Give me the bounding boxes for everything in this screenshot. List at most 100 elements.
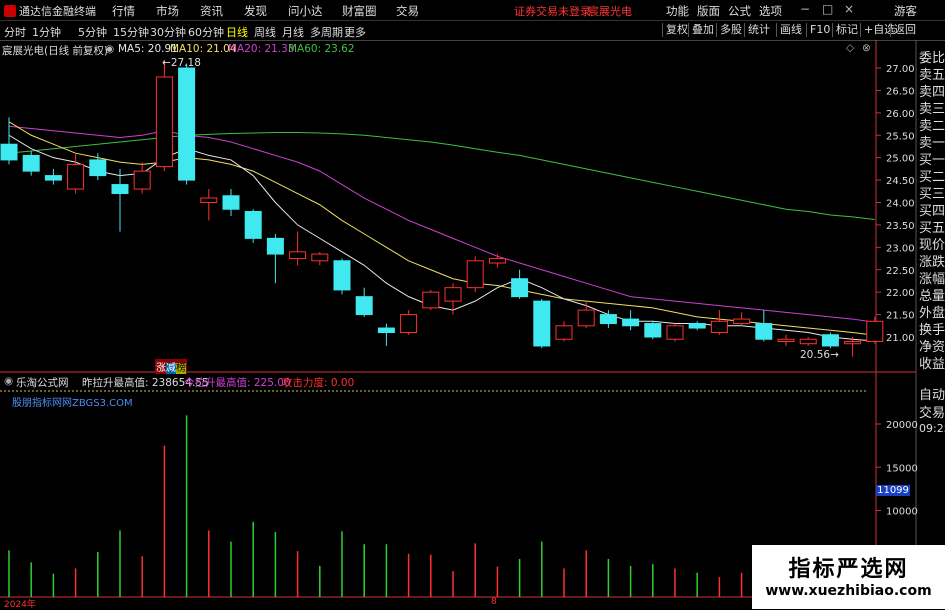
candle [133, 162, 151, 194]
guest-user[interactable]: 游客 [894, 3, 917, 19]
minimize-icon[interactable]: − [800, 2, 810, 16]
candle [466, 256, 484, 293]
price-tick-label: 27.00 [886, 64, 915, 75]
price-tick-label: 23.50 [886, 221, 915, 232]
candle [555, 321, 573, 342]
app-title: 通达信金融终端 [4, 3, 96, 19]
tf-daily[interactable]: 日线 [226, 24, 248, 40]
candle-body [22, 154, 40, 172]
candle [0, 117, 18, 165]
btn-overlay[interactable]: 叠加 [688, 23, 717, 37]
indicator-field-3: 攻击力度: 0.00 [282, 377, 355, 389]
tf-weekly[interactable]: 周线 [254, 24, 276, 40]
side-auto-trade[interactable]: 交易 [919, 402, 945, 421]
collapse-icon[interactable]: ◇ [846, 42, 854, 54]
candle [67, 153, 85, 194]
tf-more[interactable]: 更多 [344, 24, 366, 40]
candle-body [377, 327, 395, 334]
login-status[interactable]: 证券交易未登录 [514, 3, 591, 19]
candle-body [488, 258, 506, 264]
candle-body [333, 260, 351, 291]
btn-f10[interactable]: F10 [806, 23, 833, 37]
tf-60min[interactable]: 60分钟 [188, 24, 224, 40]
menu-item-wealth[interactable]: 财富圈 [342, 3, 377, 19]
stock-chart[interactable]: 27.00 26.50 26.00 25.50 25.00 24.50 24.00 23.50… [0, 40, 945, 609]
tf-30min[interactable]: 30分钟 [150, 24, 186, 40]
volume-bars [8, 415, 876, 597]
candle-body [289, 251, 307, 260]
btn-multi-stock[interactable]: 多股 [716, 23, 745, 37]
tag-label-3: 榜 [176, 363, 186, 374]
candle [755, 310, 773, 342]
btn-adjust[interactable]: 复权 [662, 23, 691, 37]
menu-item-market[interactable]: 市场 [156, 3, 179, 19]
menu-item-layout[interactable]: 版面 [697, 3, 720, 19]
candle-body [155, 76, 173, 168]
candle [377, 323, 395, 346]
indicator-settings-icon[interactable]: ◉ [4, 375, 13, 387]
stock-name: 宸展光电 [2, 45, 44, 57]
watermark-title: 指标严选网 [788, 557, 909, 582]
close-icon[interactable]: × [844, 2, 854, 16]
candle [244, 209, 262, 243]
candle [333, 258, 351, 295]
side-auto-trade[interactable]: 自动 [919, 384, 945, 403]
candle-body [133, 170, 151, 190]
candle [89, 153, 107, 181]
tf-5min[interactable]: 5分钟 [78, 24, 107, 40]
tf-15min[interactable]: 15分钟 [113, 24, 149, 40]
candle-body [244, 210, 262, 239]
timeframe-bar: 分时 1分钟 5分钟 15分钟 30分钟 60分钟 日线 周线 月线 多周期 更… [0, 21, 945, 41]
tag-badge[interactable]: 涨减榜 [155, 359, 187, 374]
maximize-icon[interactable]: □ [822, 2, 833, 16]
candle-body [688, 323, 706, 329]
app-logo-icon [4, 5, 16, 17]
candle-body [0, 143, 18, 161]
candle-body [733, 318, 751, 325]
candle [400, 310, 418, 335]
btn-stats[interactable]: 统计 [744, 23, 773, 37]
candle [511, 269, 529, 299]
menu-item-trade[interactable]: 交易 [396, 3, 419, 19]
price-y-axis: 27.00 26.50 26.00 25.50 25.00 24.50 24.00 23.50… [876, 64, 915, 344]
indicator-subtitle: 股朋指标网网ZBGS3.COM [12, 398, 133, 409]
candle-body [622, 318, 640, 327]
menu-item-options[interactable]: 选项 [759, 3, 782, 19]
volume-tick-label: 10000 [886, 507, 918, 518]
settings-icon[interactable]: ◉ [105, 43, 114, 55]
candle-body [555, 325, 573, 340]
menu-item-discover[interactable]: 发现 [244, 3, 267, 19]
candle-body [311, 253, 329, 262]
price-tick-label: 21.50 [886, 311, 915, 322]
candle [444, 283, 462, 315]
close-panel-icon[interactable]: ⊗ [862, 42, 871, 54]
menu-item-quotes[interactable]: 行情 [112, 3, 135, 19]
indicator-field-2: 今拉升最高值: 225.00 [184, 377, 291, 389]
candle [355, 287, 373, 317]
period-note: (日线 前复权) [44, 45, 109, 57]
tf-multi[interactable]: 多周期 [310, 24, 343, 40]
stock-title: 宸展光电(日线 前复权) [2, 43, 108, 58]
btn-draw[interactable]: 画线 [776, 23, 805, 37]
menu-item-ask[interactable]: 问小达 [288, 3, 323, 19]
tf-1min[interactable]: 1分钟 [32, 24, 61, 40]
candle-body [755, 323, 773, 340]
menu-item-function[interactable]: 功能 [666, 3, 689, 19]
price-tick-label: 21.00 [886, 333, 915, 344]
ma10-line [8, 121, 875, 336]
candle-body [799, 338, 817, 345]
menu-item-news[interactable]: 资讯 [200, 3, 223, 19]
btn-back[interactable]: 返回 [890, 23, 919, 37]
candle-body [400, 314, 418, 334]
tf-monthly[interactable]: 月线 [282, 24, 304, 40]
candle-body [355, 296, 373, 316]
price-tick-label: 26.00 [886, 109, 915, 120]
candle-body [466, 260, 484, 289]
candle-body [178, 67, 196, 181]
side-item[interactable]: 收益 [919, 353, 945, 372]
ma5-line [8, 134, 875, 342]
menu-item-formula[interactable]: 公式 [728, 3, 751, 19]
btn-mark[interactable]: 标记 [832, 23, 861, 37]
candle-body [222, 195, 240, 210]
tf-intraday[interactable]: 分时 [4, 24, 26, 40]
